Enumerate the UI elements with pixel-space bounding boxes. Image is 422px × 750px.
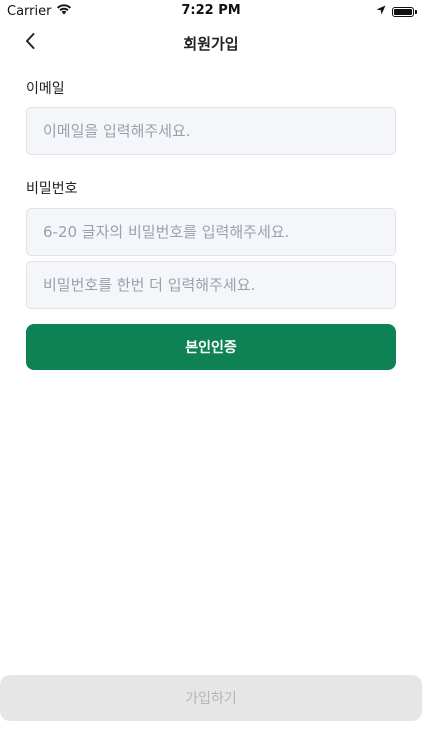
email-field[interactable] — [26, 107, 396, 155]
location-arrow-icon — [376, 4, 386, 19]
password-label: 비밀번호 — [26, 181, 78, 197]
status-bar: Carrier 7:22 PM — [0, 0, 422, 22]
page-title: 회원가입 — [183, 35, 239, 53]
nav-bar: 회원가입 — [0, 26, 422, 60]
status-time: 7:22 PM — [181, 3, 241, 18]
password-field[interactable] — [26, 208, 396, 256]
identity-verify-button[interactable]: 본인인증 — [26, 324, 396, 370]
status-right — [376, 4, 417, 19]
password-confirm-field[interactable] — [26, 261, 396, 309]
signup-button[interactable]: 가입하기 — [0, 675, 422, 721]
battery-icon — [392, 6, 417, 17]
email-label: 이메일 — [26, 81, 65, 97]
